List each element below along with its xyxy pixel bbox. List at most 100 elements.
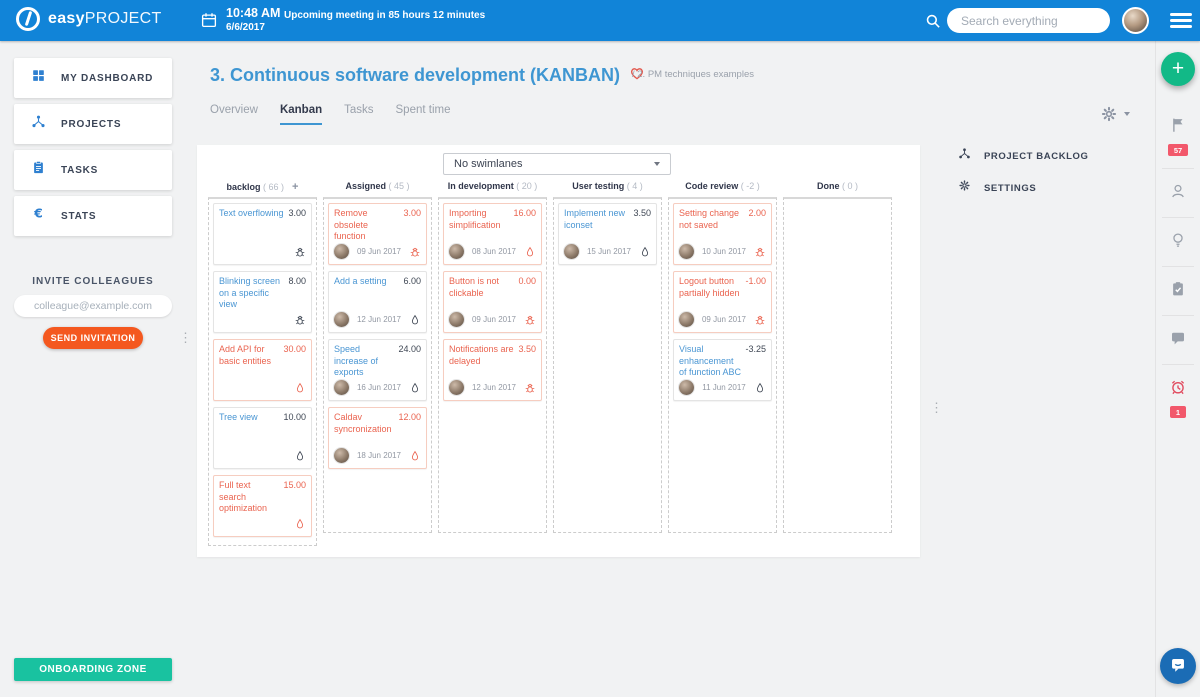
add-button[interactable]: + (1161, 52, 1195, 86)
side-menu-project-backlog[interactable]: PROJECT BACKLOG (940, 140, 1152, 172)
card-footer (219, 379, 306, 396)
assignee-avatar[interactable] (679, 312, 694, 327)
bug-icon (294, 314, 306, 326)
add-card-button[interactable]: + (292, 181, 298, 193)
kanban-card[interactable]: Tree view 10.00 (213, 407, 312, 469)
kanban-card[interactable]: Logout button partially hidden -1.00 09 … (673, 271, 772, 333)
breadcrumb[interactable]: / 2. PM techniques examples (632, 69, 754, 80)
chevron-down-icon[interactable] (1124, 112, 1130, 116)
kanban-card[interactable]: Notifications are delayed 3.50 12 Jun 20… (443, 339, 542, 401)
column-dropzone[interactable]: Text overflowing 3.00 Blinking screen on… (208, 197, 317, 546)
kanban-card[interactable]: Remove obsolete function 3.00 09 Jun 201… (328, 203, 427, 265)
toolbar-lightbulb-icon[interactable] (1162, 218, 1194, 267)
invite-heading: INVITE COLLEAGUES (0, 276, 186, 287)
kanban-card[interactable]: Add API for basic entities 30.00 (213, 339, 312, 401)
kanban-card[interactable]: Speed increase of exports 24.00 16 Jun 2… (328, 339, 427, 401)
assignee-avatar[interactable] (334, 448, 349, 463)
drop-icon (294, 518, 306, 530)
toolbar-flag-icon[interactable]: 57 (1162, 103, 1194, 169)
column-dropzone[interactable]: Importing simplification 16.00 08 Jun 20… (438, 197, 547, 533)
bug-icon (409, 246, 421, 258)
column-dropzone[interactable]: Setting change not saved 2.00 10 Jun 201… (668, 197, 777, 533)
kanban-card[interactable]: Blinking screen on a specific view 8.00 (213, 271, 312, 333)
side-menu-settings[interactable]: SETTINGS (940, 172, 1152, 204)
card-footer: 12 Jun 2017 (334, 311, 421, 328)
assignee-avatar[interactable] (679, 244, 694, 259)
chat-icon (1169, 329, 1187, 352)
drag-handle-left[interactable]: ⋮ (179, 330, 192, 346)
assignee-avatar[interactable] (679, 380, 694, 395)
drop-icon (524, 246, 536, 258)
swimlane-select[interactable]: No swimlanes (443, 153, 671, 175)
column-count: ( 66 ) (261, 182, 285, 192)
bug-icon (294, 246, 306, 258)
card-estimate: -1.00 (745, 276, 766, 299)
kanban-card[interactable]: Caldav syncronization 12.00 18 Jun 2017 (328, 407, 427, 469)
toolbar-alarm-icon[interactable]: 1 (1162, 365, 1194, 430)
kanban-card[interactable]: Implement new iconset 3.50 15 Jun 2017 (558, 203, 657, 265)
calendar-icon[interactable] (200, 11, 218, 34)
card-estimate: 8.00 (288, 276, 306, 311)
card-title: Importing simplification (449, 208, 509, 231)
sidebar-item-projects[interactable]: PROJECTS (14, 104, 172, 144)
tab-kanban[interactable]: Kanban (280, 104, 322, 125)
easy-project-app: easyPROJECT 10:48 AM 6/6/2017 Upcoming m… (0, 0, 1200, 697)
tab-tasks[interactable]: Tasks (344, 104, 373, 125)
kanban-card[interactable]: Setting change not saved 2.00 10 Jun 201… (673, 203, 772, 265)
right-toolbar: + 57 1 (1155, 41, 1200, 697)
assignee-avatar[interactable] (564, 244, 579, 259)
kanban-card[interactable]: Add a setting 6.00 12 Jun 2017 (328, 271, 427, 333)
kanban-card[interactable]: Text overflowing 3.00 (213, 203, 312, 265)
invite-email-input[interactable] (14, 295, 172, 317)
kanban-card[interactable]: Full text search optimization 15.00 (213, 475, 312, 537)
card-footer: 16 Jun 2017 (334, 379, 421, 396)
send-invitation-button[interactable]: SEND INVITATION (43, 327, 143, 349)
kanban-card[interactable]: Visual enhancement of function ABC -3.25… (673, 339, 772, 401)
chat-bubble-button[interactable] (1160, 648, 1196, 684)
easy-project-logo[interactable]: easyPROJECT (16, 7, 162, 31)
alarm-icon (1169, 378, 1187, 401)
column-dropzone[interactable]: Remove obsolete function 3.00 09 Jun 201… (323, 197, 432, 533)
onboarding-zone-button[interactable]: ONBOARDING ZONE (14, 658, 172, 681)
toolbar-chat-icon[interactable] (1162, 316, 1194, 365)
tab-overview[interactable]: Overview (210, 104, 258, 125)
assignee-avatar[interactable] (334, 380, 349, 395)
bug-icon (524, 382, 536, 394)
kanban-card[interactable]: Button is not clickable 0.00 09 Jun 2017 (443, 271, 542, 333)
card-estimate: 15.00 (283, 480, 306, 515)
assignee-avatar[interactable] (334, 312, 349, 327)
kanban-card[interactable]: Importing simplification 16.00 08 Jun 20… (443, 203, 542, 265)
card-estimate: 0.00 (518, 276, 536, 299)
hamburger-menu-icon[interactable] (1170, 13, 1192, 31)
card-footer: 08 Jun 2017 (449, 243, 536, 260)
toolbar-user-icon[interactable] (1162, 169, 1194, 218)
drop-icon (294, 382, 306, 394)
column-count: ( 4 ) (624, 181, 643, 191)
toolbar-tasks-check-icon[interactable] (1162, 267, 1194, 316)
column-dropzone[interactable]: Implement new iconset 3.50 15 Jun 2017 (553, 197, 662, 533)
drag-handle-right[interactable]: ⋮ (930, 400, 943, 416)
bug-icon (524, 314, 536, 326)
column-dropzone[interactable] (783, 197, 892, 533)
assignee-avatar[interactable] (449, 312, 464, 327)
card-estimate: 6.00 (403, 276, 421, 288)
page-title: 3. Continuous software development (KANB… (210, 64, 646, 87)
due-date: 16 Jun 2017 (349, 383, 409, 392)
search-input[interactable] (947, 8, 1110, 33)
card-title: Implement new iconset (564, 208, 629, 231)
assignee-avatar[interactable] (334, 244, 349, 259)
sidebar-item-tasks[interactable]: TASKS (14, 150, 172, 190)
meeting-notice[interactable]: Upcoming meeting in 85 hours 12 minutes (284, 10, 485, 21)
search-icon[interactable] (924, 12, 942, 35)
column-count: ( -2 ) (738, 181, 760, 191)
sidebar-item-my-dashboard[interactable]: MY DASHBOARD (14, 58, 172, 98)
assignee-avatar[interactable] (449, 380, 464, 395)
board-settings-gear-icon[interactable] (1100, 105, 1118, 128)
assignee-avatar[interactable] (449, 244, 464, 259)
column-name: User testing (572, 181, 624, 191)
drop-icon (409, 450, 421, 462)
tab-spent-time[interactable]: Spent time (396, 104, 451, 125)
sidebar-item-stats[interactable]: € STATS (14, 196, 172, 236)
card-estimate: 2.00 (748, 208, 766, 231)
user-avatar[interactable] (1122, 7, 1149, 34)
